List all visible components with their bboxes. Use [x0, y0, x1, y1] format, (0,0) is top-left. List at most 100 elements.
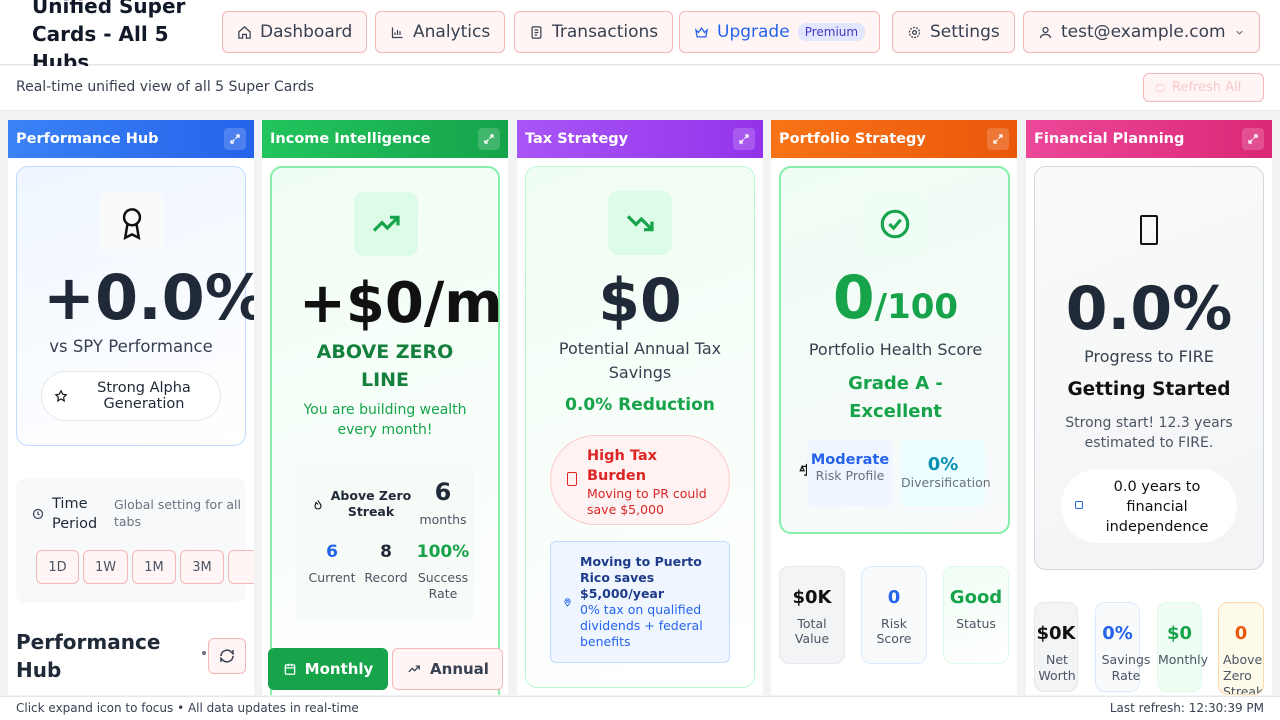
status-tile: Good Status [943, 566, 1009, 664]
alert-icon [567, 472, 577, 486]
period-more-button[interactable] [228, 550, 254, 584]
status-dot [202, 651, 206, 655]
refresh-all-label: Refresh All [1172, 80, 1242, 95]
last-refresh-time: Last refresh: 12:30:39 PM [1109, 701, 1264, 715]
savings-rate-value: 0% [1102, 623, 1133, 644]
nav-dashboard-label: Dashboard [260, 22, 353, 42]
expand-icon[interactable] [224, 128, 246, 150]
above-zero-streak-label: Above Zero Streak [1223, 652, 1264, 695]
above-zero-streak-value: 0 [1234, 623, 1248, 644]
performance-label: vs SPY Performance [49, 337, 213, 356]
annual-label: Annual [430, 660, 489, 678]
award-icon [100, 191, 164, 255]
time-period-panel: Time Period Global setting for all tabs [16, 478, 246, 603]
nav-transactions-button[interactable]: Transactions [514, 11, 674, 53]
tax-savings-value: $0 [598, 266, 682, 336]
status-label: Status [956, 616, 996, 631]
streak-label: Above Zero Streak [330, 488, 412, 519]
status-bar: Click expand icon to focus • All data up… [0, 696, 1280, 720]
trending-up-icon [354, 192, 418, 256]
income-intelligence-card: Income Intelligence +$0/m ABOVE ZERO LIN… [262, 120, 508, 695]
total-value-tile: $0K Total Value [779, 566, 845, 664]
expand-icon[interactable] [1242, 128, 1264, 150]
user-menu-button[interactable]: test@example.com [1023, 11, 1260, 53]
trending-down-icon [608, 191, 672, 255]
check-circle-icon [863, 192, 927, 256]
nav-analytics-button[interactable]: Analytics [375, 11, 506, 53]
tax-hub-title: Tax Strategy [525, 131, 629, 147]
tax-burden-alert: High Tax Burden Moving to PR could save … [550, 435, 730, 525]
portfolio-summary: 0/100 Portfolio Health Score Grade A - E… [779, 166, 1010, 534]
performance-summary: +0.0% vs SPY Performance Strong Alpha Ge… [16, 166, 254, 446]
app-title: Unified Super Cards - All 5 Hubs [32, 0, 186, 74]
tax-burden-text: Moving to PR could save $5,000 [587, 486, 707, 517]
diversification-label: Diversification [901, 475, 991, 490]
record-streak-label: Record [364, 570, 408, 585]
fire-years-text: 0.0 years to financial independence [1105, 479, 1209, 535]
user-email: test@example.com [1061, 22, 1226, 42]
crown-icon [694, 26, 709, 37]
performance-hub-title: Performance Hub [16, 131, 159, 147]
success-rate-value: 100% [416, 542, 470, 562]
expand-icon[interactable] [733, 128, 755, 150]
record-streak-value: 8 [380, 542, 392, 562]
top-navbar: Unified Super Cards - All 5 Hubs Dashboa… [0, 0, 1280, 74]
footer-hint: Click expand icon to focus • All data up… [16, 701, 359, 715]
period-3m-button[interactable]: 3M [180, 550, 224, 584]
performance-hub-card: Performance Hub +0.0% vs SPY Performance… [8, 120, 254, 695]
savings-rate-tile: 0% Savings Rate [1095, 602, 1150, 692]
planning-hub-header: Financial Planning [1026, 120, 1272, 158]
income-hub-header: Income Intelligence [262, 120, 508, 158]
streak-panel: Above Zero Streak 6 months 6 Current 8 R… [296, 464, 474, 620]
status-value: Good [949, 587, 1003, 608]
period-1m-button[interactable]: 1M [132, 550, 176, 584]
monthly-investment-tile: $0 Monthly Investment [1157, 602, 1208, 692]
fire-progress-value: 0.0% [1065, 274, 1233, 344]
tax-strategy-card: Tax Strategy $0 Potential Annual Tax Sav… [517, 120, 763, 695]
expand-icon[interactable] [478, 128, 500, 150]
relocation-tip-title: Moving to Puerto Rico saves $5,000/year [580, 554, 702, 601]
time-period-note: Global setting for all tabs [114, 497, 241, 529]
receipt-icon [531, 25, 542, 39]
total-value-label: Total Value [794, 616, 830, 646]
annual-toggle-button[interactable]: Annual [392, 648, 503, 690]
nav-analytics-label: Analytics [413, 22, 491, 42]
period-1w-button[interactable]: 1W [83, 550, 128, 584]
nav-upgrade-label: Upgrade [717, 22, 790, 42]
performance-value: +0.0% [43, 261, 254, 334]
net-worth-tile: $0K Net Worth [1034, 602, 1078, 692]
health-score-label: Portfolio Health Score [808, 340, 983, 359]
portfolio-hub-title: Portfolio Strategy [779, 131, 926, 147]
alpha-badge-label: Strong Alpha Generation [97, 380, 191, 412]
current-streak-value: 6 [326, 542, 338, 562]
income-message: You are building wealth every month! [303, 402, 467, 438]
savings-rate-label: Savings Rate [1101, 652, 1151, 683]
bar-chart-icon [391, 27, 403, 38]
trending-up-icon [408, 665, 420, 673]
flame-icon [314, 500, 322, 510]
income-value: +$0/m [299, 271, 503, 336]
nav-upgrade-button[interactable]: Upgrade Premium [679, 11, 881, 53]
net-worth-label: Net Worth [1038, 652, 1076, 683]
fire-message: Strong start! 12.3 years estimated to FI… [1065, 415, 1233, 451]
nav-settings-button[interactable]: Settings [892, 11, 1015, 53]
monthly-investment-value: $0 [1166, 623, 1193, 644]
sub-header: Real-time unified view of all 5 Super Ca… [0, 66, 1280, 111]
refresh-hub-button[interactable] [208, 638, 246, 674]
refresh-all-button[interactable]: Refresh All [1143, 73, 1264, 102]
tax-summary: $0 Potential Annual Tax Savings 0.0% Red… [525, 166, 755, 688]
period-1d-button[interactable]: 1D [36, 550, 79, 584]
time-period-label: Time Period [52, 496, 98, 532]
portfolio-grade: Grade A - Excellent [848, 373, 943, 422]
tax-burden-title: High Tax Burden [587, 448, 658, 484]
diversification-tile: 0% Diversification [901, 440, 991, 506]
planning-hub-title: Financial Planning [1034, 131, 1185, 147]
expand-icon[interactable] [987, 128, 1009, 150]
portfolio-strategy-card: Portfolio Strategy 0/100 Portfolio Healt… [771, 120, 1017, 695]
nav-settings-label: Settings [930, 22, 1000, 42]
nav-dashboard-button[interactable]: Dashboard [222, 11, 368, 53]
risk-score-value: 0 [887, 587, 901, 608]
streak-value: 6 [434, 478, 452, 506]
income-status: ABOVE ZERO LINE [316, 341, 454, 391]
monthly-toggle-button[interactable]: Monthly [268, 648, 388, 690]
